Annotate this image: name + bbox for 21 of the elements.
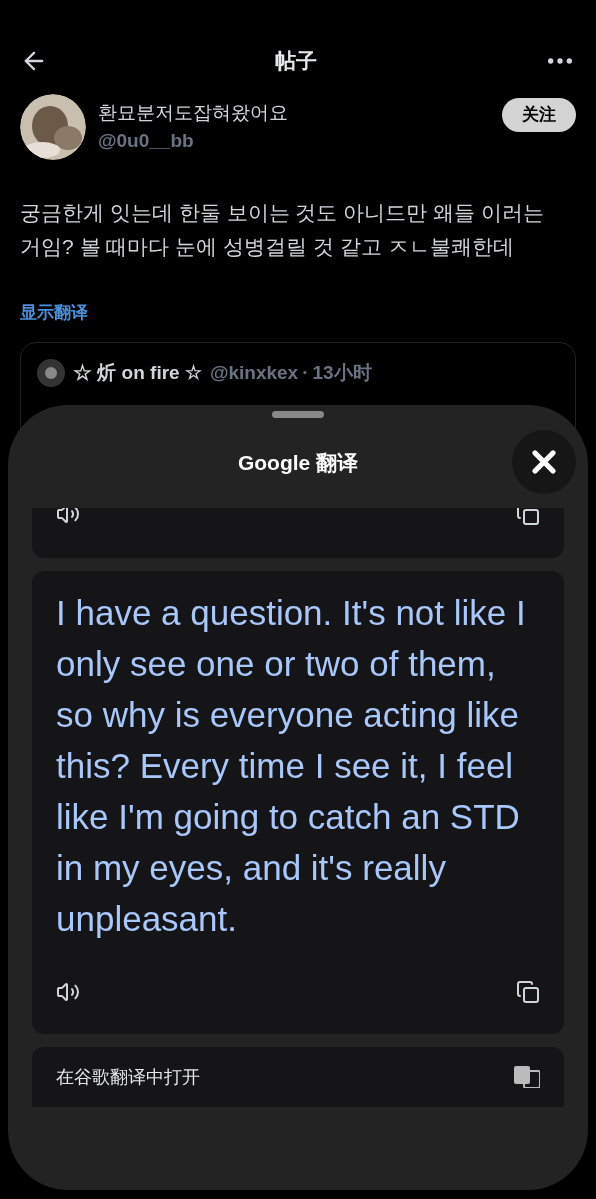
display-name: 환묘분저도잡혀왔어요 xyxy=(98,100,289,125)
open-in-app-label: 在谷歌翻译中打开 xyxy=(56,1065,200,1089)
user-handle: @0u0__bb xyxy=(98,129,195,153)
follow-button[interactable]: 关注 xyxy=(502,98,576,132)
quote-time: 13小时 xyxy=(312,360,372,385)
copy-icon[interactable] xyxy=(516,980,540,1004)
quote-handle: @kinxkex xyxy=(209,360,299,385)
speaker-icon[interactable] xyxy=(56,980,80,1004)
quote-name: ☆ 炘 on fire ☆ xyxy=(73,360,202,385)
translation-text: I have a question. It's not like I only see one or two of them, so why is everyone acting like this? Every time I see it, I feel like I'm going to catch an STD in my eyes, and it's really unpleasant. xyxy=(56,592,527,940)
show-translation-link[interactable]: 显示翻译 xyxy=(0,300,596,326)
post-text: 궁금한게 잇는데 한둘 보이는 것도 아니드만 왜들 이러는 거임? 볼 때마다 눈에 성병걸릴 것 같고 ㅈㄴ불쾌한데 xyxy=(19,200,545,260)
avatar[interactable] xyxy=(20,94,86,160)
page-title: 帖子 xyxy=(275,48,317,75)
copy-icon[interactable] xyxy=(516,508,540,526)
translate-icon xyxy=(514,1066,540,1088)
dot-separator: · xyxy=(302,360,309,385)
speaker-icon[interactable] xyxy=(56,508,80,526)
quote-avatar xyxy=(37,358,65,387)
open-in-app-row[interactable]: 在谷歌翻译中打开 xyxy=(32,1047,564,1107)
drag-handle[interactable] xyxy=(272,411,324,418)
